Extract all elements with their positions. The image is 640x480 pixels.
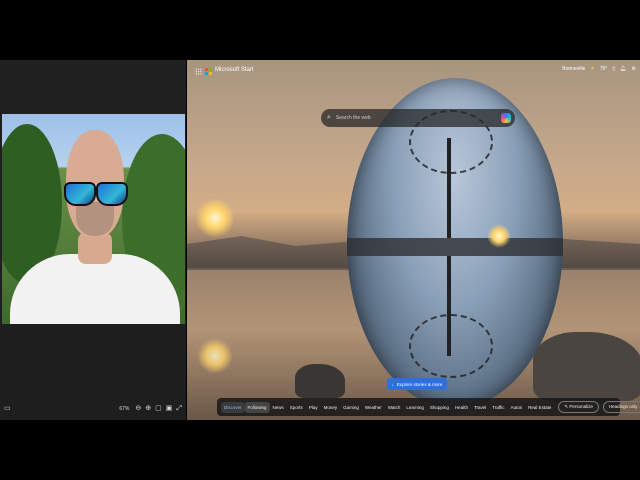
nav-item-health[interactable]: Health: [452, 402, 471, 413]
personalize-label: Personalize: [569, 404, 593, 409]
sunglasses-lens-left: [64, 182, 96, 206]
rock: [533, 332, 640, 402]
zoom-out-icon[interactable]: ⊖: [135, 402, 141, 416]
top-right-controls: Bonneville ☀ 76° ▯ 🔔︎ ⚙: [562, 66, 636, 72]
sunglasses-lens-right: [96, 182, 128, 206]
sunglasses: [62, 182, 128, 206]
personalize-button[interactable]: ✎ Personalize: [558, 401, 599, 413]
bell-icon[interactable]: 🔔︎: [620, 66, 626, 72]
screen-frame: ▭ 67% ⊖ ⊕ ▢ ▣ ⤢ Microsoft Start Bonnevil…: [0, 60, 640, 420]
explore-button[interactable]: ↓ Explore stories & more: [387, 378, 447, 390]
nav-item-learning[interactable]: Learning: [403, 402, 427, 413]
nav-item-sports[interactable]: Sports: [287, 402, 306, 413]
person-shirt: [10, 254, 180, 324]
browser-page: Microsoft Start Bonneville ☀ 76° ▯ 🔔︎ ⚙ …: [187, 60, 640, 420]
nav-item-money[interactable]: Money: [321, 402, 341, 413]
browser-top-bar: Microsoft Start Bonneville ☀ 76° ▯ 🔔︎ ⚙: [187, 60, 640, 84]
zoom-in-icon[interactable]: ⊕: [145, 402, 151, 416]
phone-icon[interactable]: ▯: [612, 66, 615, 72]
nav-item-following[interactable]: Following: [244, 401, 270, 413]
nav-item-watch[interactable]: Watch: [385, 402, 404, 413]
sun: [195, 198, 235, 238]
search-bar[interactable]: ⌕ Search the web: [321, 109, 515, 127]
headings-label: Headings only: [608, 404, 638, 409]
person-beard: [76, 202, 114, 236]
webcam-feed: [2, 114, 185, 324]
feed-nav-bar: Discover Following News Sports Play Mone…: [217, 398, 640, 416]
fullscreen-icon[interactable]: ⤢: [176, 402, 182, 416]
nav-item-traffic[interactable]: Traffic: [489, 402, 507, 413]
temperature-label[interactable]: 76°: [600, 66, 608, 72]
nav-item-shopping[interactable]: Shopping: [427, 402, 452, 413]
orb-horizon: [347, 238, 563, 256]
search-input[interactable]: Search the web: [336, 115, 371, 121]
location-label[interactable]: Bonneville: [562, 66, 585, 72]
nav-item-real-estate[interactable]: Real Estate: [525, 402, 554, 413]
screen-icon[interactable]: ▭: [4, 402, 11, 416]
explore-label: Explore stories & more: [396, 381, 443, 387]
nav-item-news[interactable]: News: [270, 402, 287, 413]
video-control-bar: ▭ 67% ⊖ ⊕ ▢ ▣ ⤢: [0, 402, 186, 416]
copilot-icon[interactable]: [501, 113, 511, 123]
nav-item-travel[interactable]: Travel: [471, 402, 489, 413]
search-icon: ⌕: [327, 114, 331, 121]
headings-dropdown[interactable]: Headings only ⌄: [602, 401, 640, 413]
brand-title[interactable]: Microsoft Start: [215, 67, 254, 73]
crystal-ball: [347, 78, 563, 408]
nav-item-gaming[interactable]: Gaming: [340, 402, 362, 413]
nav-item-play[interactable]: Play: [306, 402, 321, 413]
video-panel-header: [0, 60, 186, 114]
rock: [295, 364, 345, 398]
zoom-level: 67%: [119, 406, 130, 412]
nav-item-autos[interactable]: Autos: [508, 402, 526, 413]
nav-item-discover[interactable]: Discover: [221, 401, 245, 413]
fit-icon[interactable]: ▢: [155, 402, 162, 416]
apps-grid-icon[interactable]: [195, 68, 202, 75]
window-icon[interactable]: ▣: [166, 402, 173, 416]
nav-item-weather[interactable]: Weather: [362, 402, 385, 413]
tree-canopy-reflection: [409, 314, 493, 378]
sun-reflection: [197, 338, 233, 374]
microsoft-logo-icon: [205, 68, 212, 75]
video-panel-footer: ▭ 67% ⊖ ⊕ ▢ ▣ ⤢: [0, 324, 186, 420]
tree-trunk: [447, 138, 451, 238]
orb-sun: [487, 224, 511, 248]
arrow-down-icon: ↓: [391, 381, 394, 387]
gear-icon[interactable]: ⚙: [632, 66, 636, 72]
weather-icon: ☀: [590, 66, 595, 72]
video-call-panel: ▭ 67% ⊖ ⊕ ▢ ▣ ⤢: [0, 60, 186, 420]
